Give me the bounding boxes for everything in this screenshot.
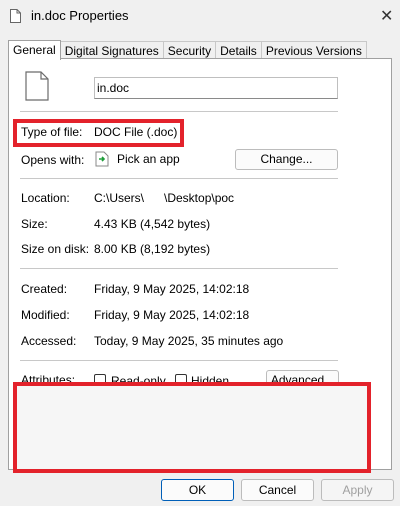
divider xyxy=(20,178,338,179)
tab-details[interactable]: Details xyxy=(215,41,262,59)
window-title: in.doc Properties xyxy=(31,8,129,23)
divider xyxy=(20,111,338,112)
redaction-box xyxy=(13,382,371,473)
created-value: Friday, 9 May 2025, 14:02:18 xyxy=(94,282,250,296)
size-on-disk-label: Size on disk: xyxy=(21,242,90,256)
file-icon xyxy=(25,71,49,101)
modified-value: Friday, 9 May 2025, 14:02:18 xyxy=(94,308,250,322)
accessed-label: Accessed: xyxy=(21,334,77,348)
size-on-disk-value: 8.00 KB (8,192 bytes) xyxy=(94,242,211,256)
location-label: Location: xyxy=(21,191,70,205)
apply-button[interactable]: Apply xyxy=(321,479,394,501)
location-value: C:\Users\ \Desktop\poc xyxy=(94,191,235,205)
size-label: Size: xyxy=(21,217,48,231)
cancel-button[interactable]: Cancel xyxy=(241,479,314,501)
tab-digital-signatures[interactable]: Digital Signatures xyxy=(59,41,164,59)
size-value: 4.43 KB (4,542 bytes) xyxy=(94,217,211,231)
divider xyxy=(20,360,338,361)
opens-with-app: Pick an app xyxy=(117,152,180,166)
title-bar: in.doc Properties ✕ xyxy=(0,0,400,32)
ok-button[interactable]: OK xyxy=(161,479,234,501)
document-icon xyxy=(10,9,21,23)
created-label: Created: xyxy=(21,282,68,296)
highlight-type-of-file xyxy=(13,119,184,147)
tab-strip: General Digital Signatures Security Deta… xyxy=(8,40,367,60)
tab-general[interactable]: General xyxy=(8,40,61,60)
file-name-input[interactable] xyxy=(94,77,338,99)
accessed-value: Today, 9 May 2025, 35 minutes ago xyxy=(94,334,284,348)
tab-security[interactable]: Security xyxy=(162,41,217,59)
close-icon[interactable]: ✕ xyxy=(380,6,393,26)
opens-with-label: Opens with: xyxy=(21,153,85,167)
pick-app-icon xyxy=(95,151,109,167)
divider xyxy=(20,268,338,269)
modified-label: Modified: xyxy=(21,308,70,322)
change-button[interactable]: Change... xyxy=(235,149,338,170)
tab-previous-versions[interactable]: Previous Versions xyxy=(260,41,367,59)
